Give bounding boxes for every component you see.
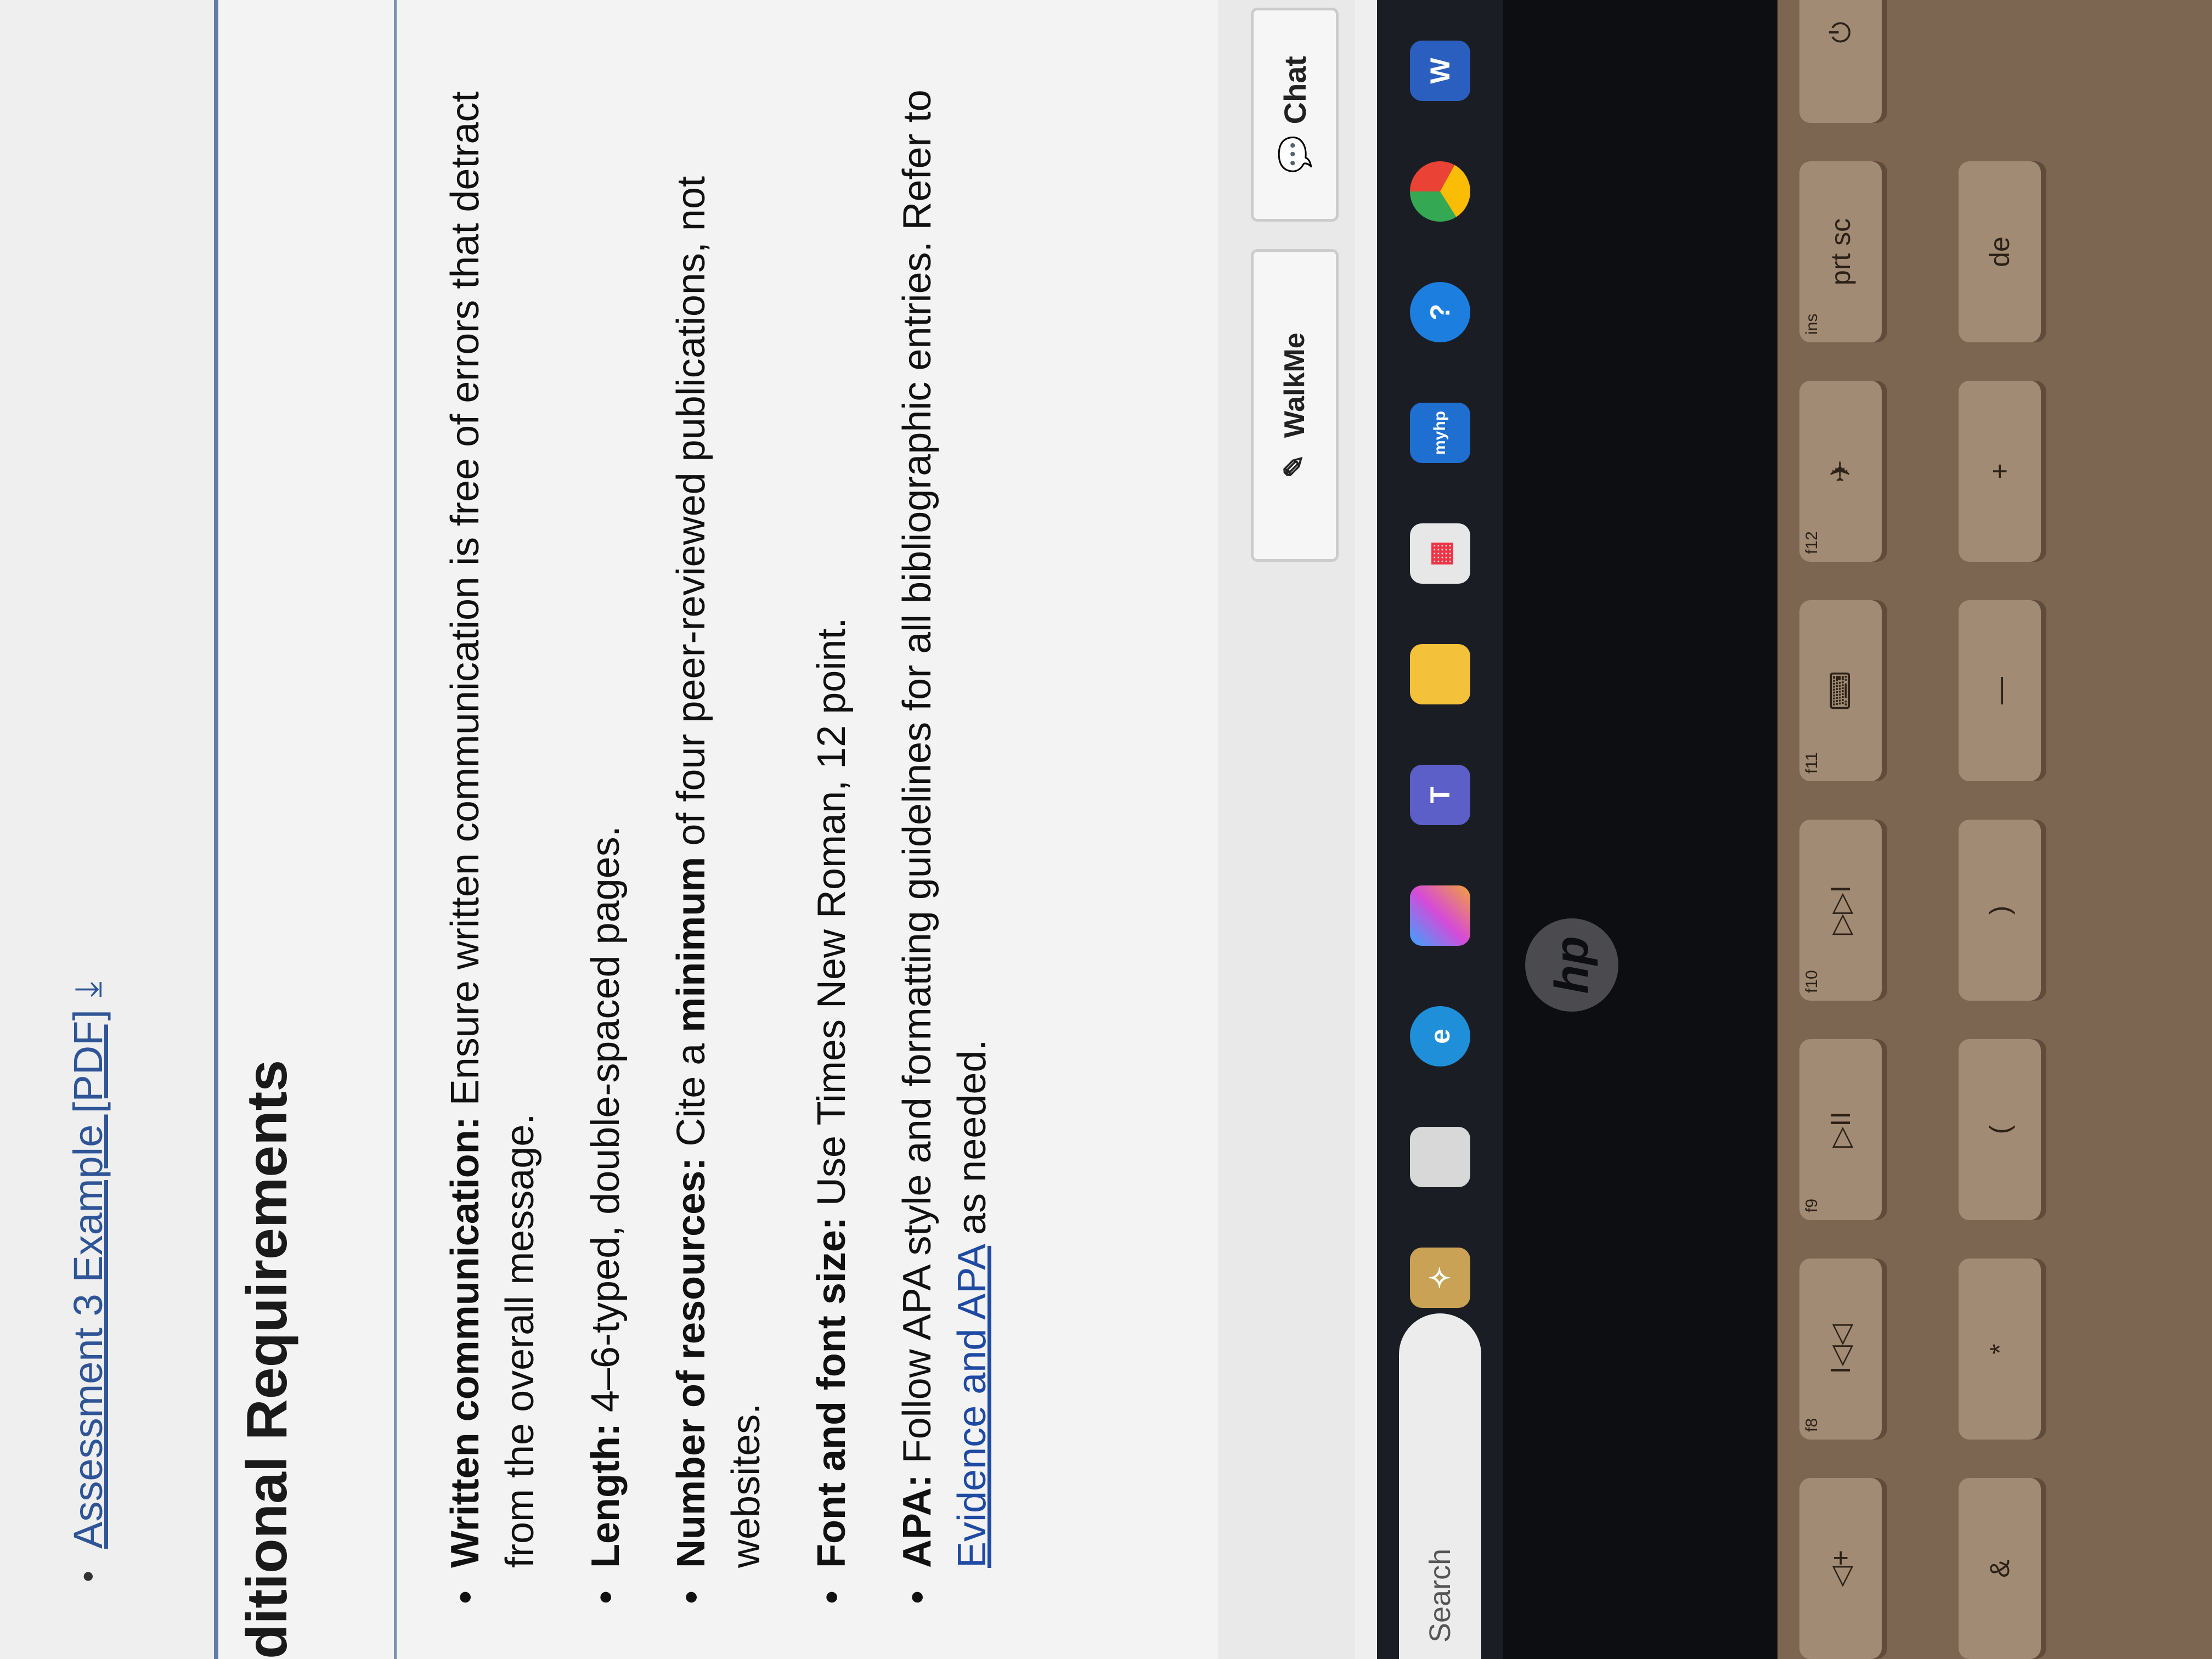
laptop-keyboard: ◁+ f8 I◁◁ f9 ▷II f10 ▷▷I f11 ⌨ f12 ✈ ins prt s… [1778, 0, 2212, 1659]
assessment-example-link[interactable]: Assessment 3 Example [PDF] [65, 1009, 111, 1549]
f8-key[interactable]: f8 I◁◁ [1799, 1259, 1882, 1440]
f9-key[interactable]: f9 ▷II [1799, 1039, 1882, 1220]
word-icon[interactable]: W [1410, 41, 1470, 101]
item-text: Cite a [669, 1032, 713, 1158]
key-glyph: ▷II [1825, 1111, 1856, 1148]
ampersand-key[interactable]: & [1959, 1478, 2041, 1659]
item-label: APA: [895, 1474, 939, 1568]
copilot-icon[interactable] [1410, 885, 1470, 946]
key-glyph: ▷▷I [1825, 885, 1856, 935]
section-title: ditional Requirements [235, 1059, 299, 1659]
widget-icon[interactable]: ✧ [1410, 1248, 1470, 1308]
key-sub: f10 [1803, 970, 1821, 993]
item-text: Use Times New Roman, 12 point. [810, 617, 854, 1217]
item-text: 4–6-typed, double-spaced pages. [584, 826, 628, 1424]
section-divider [394, 0, 397, 1659]
requirements-list: Written communication: Ensure written co… [438, 13, 1030, 1604]
key-glyph: ✈ [1825, 460, 1856, 483]
walkme-label: WalkMe [1279, 332, 1311, 438]
chat-icon: 💬 [1277, 135, 1312, 174]
item-label: Font and font size: [810, 1217, 854, 1568]
browser-content: • Assessment 3 Example [PDF] ⤓ ditional … [0, 0, 1377, 1659]
asterisk-key[interactable]: * [1959, 1259, 2041, 1440]
list-item: Number of resources: Cite a minimum of f… [664, 13, 774, 1604]
evidence-apa-link[interactable]: Evidence and APA [950, 1246, 994, 1568]
hp-logo: hp [1525, 918, 1618, 1012]
myhp-label: myhp [1431, 411, 1449, 455]
teams-icon[interactable]: T [1410, 765, 1470, 825]
taskbar-search[interactable]: Search [1399, 1313, 1481, 1659]
key-sub: f11 [1803, 752, 1821, 774]
assessment-example-row: • Assessment 3 Example [PDF] ⤓ [65, 981, 111, 1582]
prtsc-key[interactable]: ins prt sc [1799, 161, 1882, 342]
f12-key[interactable]: f12 ✈ [1799, 381, 1882, 562]
file-explorer-icon[interactable] [1410, 644, 1470, 704]
key-sub: f12 [1803, 531, 1821, 554]
delete-key[interactable]: de [1959, 161, 2041, 342]
item-text: Follow APA style and formatting guidelin… [895, 89, 939, 1475]
key-glyph: I◁◁ [1825, 1324, 1856, 1374]
requirements-card: ditional Requirements Written communicat… [214, 0, 1286, 1659]
store-icon[interactable]: ▦ [1410, 523, 1470, 584]
pinned-apps: ✧ e T ▦ myhp ? W [1407, 41, 1473, 1308]
photo-stage: • Assessment 3 Example [PDF] ⤓ ditional … [0, 0, 2212, 1659]
minus-key[interactable]: — [1959, 600, 2041, 781]
item-emphasis: minimum [669, 856, 713, 1032]
item-text: as needed. [950, 1039, 994, 1246]
key-glyph: ⌨ [1825, 670, 1856, 711]
power-key[interactable]: ⏻ [1799, 0, 1882, 123]
key-glyph: prt sc [1825, 218, 1856, 286]
chrome-icon[interactable] [1410, 161, 1470, 222]
list-item: Length: 4–6-typed, double-spaced pages. [578, 13, 633, 1604]
list-item: APA: Follow APA style and formatting gui… [890, 13, 1000, 1604]
close-paren-key[interactable]: ) [1959, 820, 2041, 1001]
myhp-icon[interactable]: myhp [1410, 403, 1470, 463]
laptop-bezel [1503, 0, 1778, 1659]
f10-key[interactable]: f10 ▷▷I [1799, 820, 1882, 1001]
list-bullet: • [70, 1570, 106, 1582]
search-placeholder: Search [1424, 1548, 1457, 1643]
help-icon[interactable]: ? [1410, 282, 1470, 342]
item-label: Length: [584, 1423, 628, 1568]
chat-label: Chat [1277, 55, 1312, 125]
key-sub: f8 [1803, 1418, 1821, 1432]
function-key-row: ◁+ f8 I◁◁ f9 ▷II f10 ▷▷I f11 ⌨ f12 ✈ ins prt s… [1799, 0, 1882, 1659]
windows-taskbar: Search ✧ e T ▦ myhp ? W [1377, 0, 1503, 1659]
speaker-key[interactable]: ◁+ [1799, 1478, 1882, 1659]
word-label: W [1425, 58, 1455, 84]
taskview-icon[interactable] [1410, 1127, 1470, 1187]
f11-key[interactable]: f11 ⌨ [1799, 600, 1882, 781]
walkme-icon: ✎ [1279, 454, 1311, 478]
plus-key[interactable]: + [1959, 381, 2041, 562]
list-item: Font and font size: Use Times New Roman,… [804, 13, 859, 1604]
help-bar: ✎ WalkMe 💬 Chat [1218, 0, 1355, 1659]
key-sub: f9 [1803, 1198, 1821, 1212]
edge-icon[interactable]: e [1410, 1006, 1470, 1066]
open-paren-key[interactable]: ( [1959, 1039, 2041, 1220]
list-item: Written communication: Ensure written co… [438, 13, 548, 1604]
number-key-row: & * ( ) — + de [1959, 161, 2041, 1659]
chat-button[interactable]: 💬 Chat [1251, 8, 1339, 222]
key-sub: ins [1803, 313, 1821, 335]
power-icon: ⏻ [1825, 21, 1856, 43]
item-label: Written communication: [443, 1116, 487, 1568]
rotated-frame: • Assessment 3 Example [PDF] ⤓ ditional … [0, 0, 2212, 1659]
walkme-button[interactable]: ✎ WalkMe [1251, 249, 1339, 562]
item-label: Number of resources: [669, 1157, 713, 1568]
download-icon[interactable]: ⤓ [66, 981, 110, 997]
